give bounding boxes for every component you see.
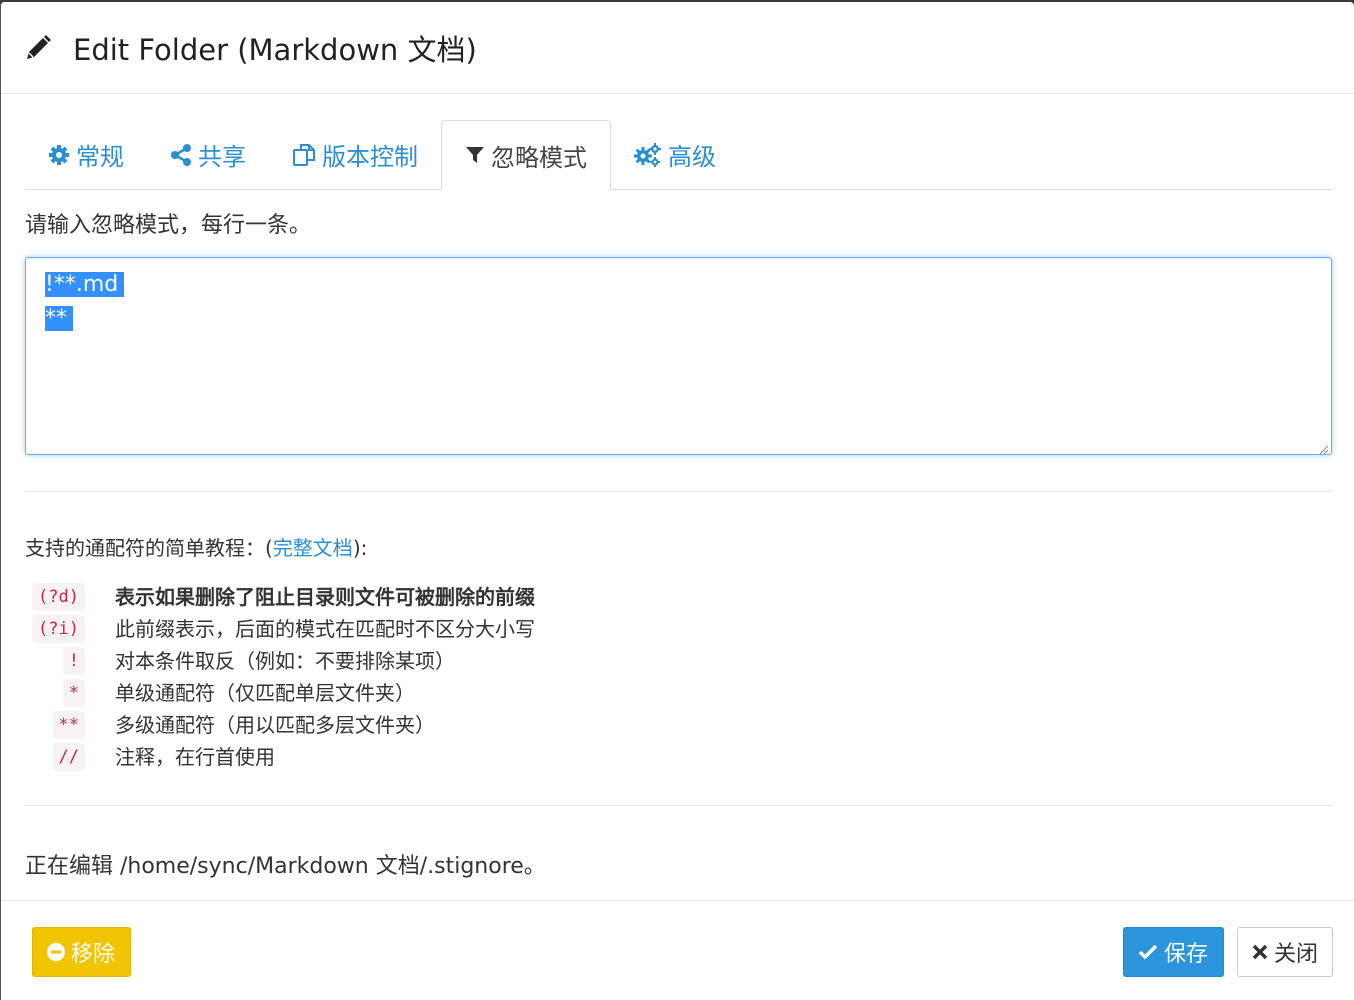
open-paren: ( xyxy=(265,536,273,560)
remove-button-label: 移除 xyxy=(71,942,116,967)
rule-description: 多级通配符（用以匹配多层文件夹） xyxy=(115,713,435,737)
close-button-label: 关闭 xyxy=(1274,942,1319,967)
tab-sharing[interactable]: 共享 xyxy=(147,120,269,189)
rule-code: ! xyxy=(62,647,85,675)
editing-file-path: 正在编辑 /home/sync/Markdown 文档/.stignore。 xyxy=(25,854,546,879)
rule-description: 注释，在行首使用 xyxy=(115,745,275,769)
times-icon xyxy=(1252,944,1268,960)
ignore-patterns-content[interactable]: !**.md ** xyxy=(45,268,125,336)
wildcard-help-intro: 支持的通配符的简单教程：(完整文档): xyxy=(25,532,1332,561)
close-button[interactable]: 关闭 xyxy=(1237,927,1333,977)
dialog-header: Edit Folder (Markdown 文档) xyxy=(1,2,1354,94)
divider xyxy=(25,491,1332,492)
save-button-label: 保存 xyxy=(1164,942,1209,967)
divider xyxy=(25,805,1332,806)
rule-description: 单级通配符（仅匹配单层文件夹） xyxy=(115,681,415,705)
edit-folder-dialog: Edit Folder (Markdown 文档) 常规 共享 版本控制 忽略模… xyxy=(0,2,1354,1000)
share-icon xyxy=(170,143,192,166)
tab-general-label: 常规 xyxy=(76,143,124,171)
rule-description: 表示如果删除了阻止目录则文件可被删除的前缀 xyxy=(115,585,535,609)
tab-sharing-label: 共享 xyxy=(198,143,246,171)
filter-icon xyxy=(465,145,485,165)
ignore-instructions: 请输入忽略模式，每行一条。 xyxy=(25,213,312,238)
gears-icon xyxy=(634,142,662,167)
tab-ignore-patterns[interactable]: 忽略模式 xyxy=(441,120,611,190)
copy-icon xyxy=(292,143,316,167)
check-icon xyxy=(1138,943,1158,961)
tab-versioning[interactable]: 版本控制 xyxy=(269,120,441,189)
ignore-pattern-line: ** xyxy=(45,302,124,336)
tab-general[interactable]: 常规 xyxy=(25,120,147,189)
selected-text: ** xyxy=(45,306,73,331)
close-paren: ): xyxy=(352,536,368,560)
minus-circle-icon xyxy=(47,943,65,961)
tab-bar: 常规 共享 版本控制 忽略模式 高级 xyxy=(25,97,1332,190)
selected-text: !**.md xyxy=(45,272,125,297)
rule-code: ** xyxy=(52,711,85,739)
full-docs-link[interactable]: 完整文档 xyxy=(273,536,353,560)
rule-description: 此前缀表示，后面的模式在匹配时不区分大小写 xyxy=(115,617,535,641)
wildcard-help-text: 支持的通配符的简单教程： xyxy=(25,536,265,560)
dialog-body: 常规 共享 版本控制 忽略模式 高级 请输入忽略模式，每行一条。 !**.md … xyxy=(25,97,1332,880)
tab-advanced[interactable]: 高级 xyxy=(611,120,739,189)
tab-ignore-patterns-label: 忽略模式 xyxy=(491,143,587,172)
ignore-pattern-line: !**.md xyxy=(45,268,125,302)
rule-description: 对本条件取反（例如：不要排除某项） xyxy=(115,649,455,673)
save-button[interactable]: 保存 xyxy=(1123,927,1224,977)
ignore-patterns-textarea[interactable]: !**.md ** xyxy=(25,257,1332,455)
wildcard-rules: (?d) 表示如果删除了阻止目录则文件可被删除的前缀 (?i) 此前缀表示，后面… xyxy=(25,583,1332,771)
rule-code: * xyxy=(62,679,85,707)
rule-code: // xyxy=(52,743,85,771)
rule-code: (?i) xyxy=(32,615,85,643)
gear-icon xyxy=(48,144,70,166)
resize-handle-icon[interactable] xyxy=(1317,440,1329,455)
dialog-footer: 移除 保存 关闭 xyxy=(1,900,1354,1000)
rule-code: (?d) xyxy=(32,583,85,611)
tab-advanced-label: 高级 xyxy=(668,143,716,171)
pencil-icon xyxy=(23,33,53,63)
tab-versioning-label: 版本控制 xyxy=(322,143,418,171)
remove-button[interactable]: 移除 xyxy=(32,927,131,977)
dialog-title: Edit Folder (Markdown 文档) xyxy=(73,32,477,67)
